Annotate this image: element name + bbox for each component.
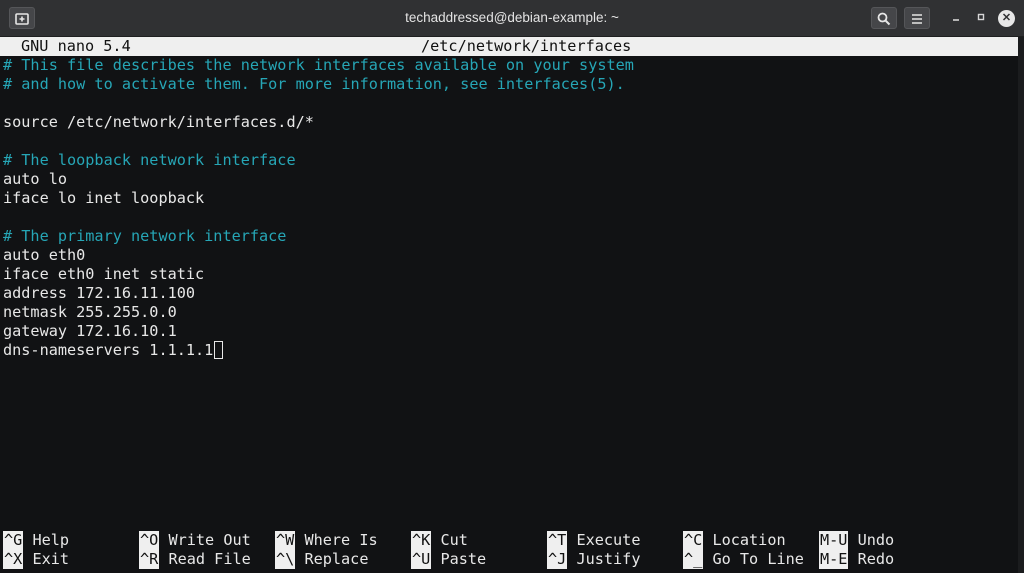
minimize-icon (953, 19, 959, 21)
shortcut-label: Read File (168, 550, 251, 568)
shortcut-key: ^K (411, 531, 432, 550)
shortcut-label: Replace (304, 550, 369, 568)
terminal-area[interactable]: GNU nano 5.4 /etc/network/interfaces # T… (0, 37, 1018, 573)
shortcut-label: Redo (857, 550, 895, 568)
shortcut-key: ^_ (683, 550, 704, 569)
shortcut-label: Location (712, 531, 786, 549)
shortcut-execute[interactable]: ^T Execute (547, 531, 640, 550)
nano-filename: /etc/network/interfaces (421, 37, 632, 55)
shortcut-key: M-E (819, 550, 849, 569)
shortcut-key: ^R (139, 550, 160, 569)
shortcut-read-file[interactable]: ^R Read File (139, 550, 251, 569)
shortcut-go-to-line[interactable]: ^_ Go To Line (683, 550, 804, 569)
file-line[interactable]: source /etc/network/interfaces.d/* (3, 113, 314, 132)
shortcut-label: Exit (32, 550, 70, 568)
shortcut-redo[interactable]: M-E Redo (819, 550, 894, 569)
file-line[interactable]: iface lo inet loopback (3, 189, 204, 208)
file-line[interactable]: gateway 172.16.10.1 (3, 322, 177, 341)
shortcut-key: ^U (411, 550, 432, 569)
nano-header-bar: GNU nano 5.4 /etc/network/interfaces (0, 37, 1018, 56)
file-line[interactable]: iface eth0 inet static (3, 265, 204, 284)
terminal-scrollbar[interactable] (1018, 37, 1024, 573)
shortcut-cut[interactable]: ^K Cut (411, 531, 468, 550)
text-cursor (214, 341, 224, 359)
file-line[interactable]: # The primary network interface (3, 227, 286, 246)
file-line[interactable]: # and how to activate them. For more inf… (3, 75, 625, 94)
shortcut-where-is[interactable]: ^W Where Is (275, 531, 378, 550)
shortcut-justify[interactable]: ^J Justify (547, 550, 640, 569)
file-line[interactable]: auto lo (3, 170, 67, 189)
nano-version: GNU nano 5.4 (21, 37, 131, 55)
shortcut-key: M-U (819, 531, 849, 550)
file-line[interactable]: # This file describes the network interf… (3, 56, 634, 75)
hamburger-menu-icon (912, 14, 922, 24)
shortcut-exit[interactable]: ^X Exit (3, 550, 69, 569)
shortcut-label: Go To Line (712, 550, 804, 568)
shortcut-undo[interactable]: M-U Undo (819, 531, 894, 550)
shortcut-key: ^W (275, 531, 296, 550)
shortcut-key: ^T (547, 531, 568, 550)
shortcut-key: ^X (3, 550, 24, 569)
file-line-cursor[interactable]: dns-nameservers 1.1.1.1 (3, 341, 224, 360)
minimize-button[interactable] (948, 10, 964, 26)
shortcut-paste[interactable]: ^U Paste (411, 550, 486, 569)
search-icon (877, 12, 891, 26)
close-button[interactable]: ✕ (998, 10, 1015, 27)
file-line[interactable]: netmask 255.255.0.0 (3, 303, 177, 322)
shortcut-key: ^J (547, 550, 568, 569)
maximize-icon (977, 13, 985, 21)
file-line[interactable]: dns-nameservers 1.1.1.1 (3, 341, 213, 359)
shortcut-help[interactable]: ^G Help (3, 531, 69, 550)
shortcut-label: Undo (857, 531, 895, 549)
shortcut-key: ^\ (275, 550, 296, 569)
shortcut-key: ^O (139, 531, 160, 550)
shortcut-label: Cut (440, 531, 468, 549)
shortcut-key: ^C (683, 531, 704, 550)
shortcut-label: Execute (576, 531, 641, 549)
shortcut-location[interactable]: ^C Location (683, 531, 786, 550)
close-icon: ✕ (1001, 12, 1012, 24)
shortcut-label: Paste (440, 550, 487, 568)
file-line[interactable]: address 172.16.11.100 (3, 284, 195, 303)
maximize-button[interactable] (973, 10, 989, 26)
file-line[interactable]: # The loopback network interface (3, 151, 296, 170)
shortcut-write-out[interactable]: ^O Write Out (139, 531, 251, 550)
shortcut-label: Justify (576, 550, 641, 568)
search-button[interactable] (871, 7, 897, 29)
shortcut-label: Where Is (304, 531, 378, 549)
shortcut-label: Help (32, 531, 70, 549)
menu-button[interactable] (904, 7, 930, 29)
shortcut-key: ^G (3, 531, 24, 550)
shortcut-label: Write Out (168, 531, 251, 549)
file-line[interactable]: auto eth0 (3, 246, 85, 265)
terminal-window: techaddressed@debian-example: ~ ✕ GNU na… (0, 0, 1024, 573)
title-bar: techaddressed@debian-example: ~ ✕ (0, 0, 1024, 37)
shortcut-replace[interactable]: ^\ Replace (275, 550, 368, 569)
